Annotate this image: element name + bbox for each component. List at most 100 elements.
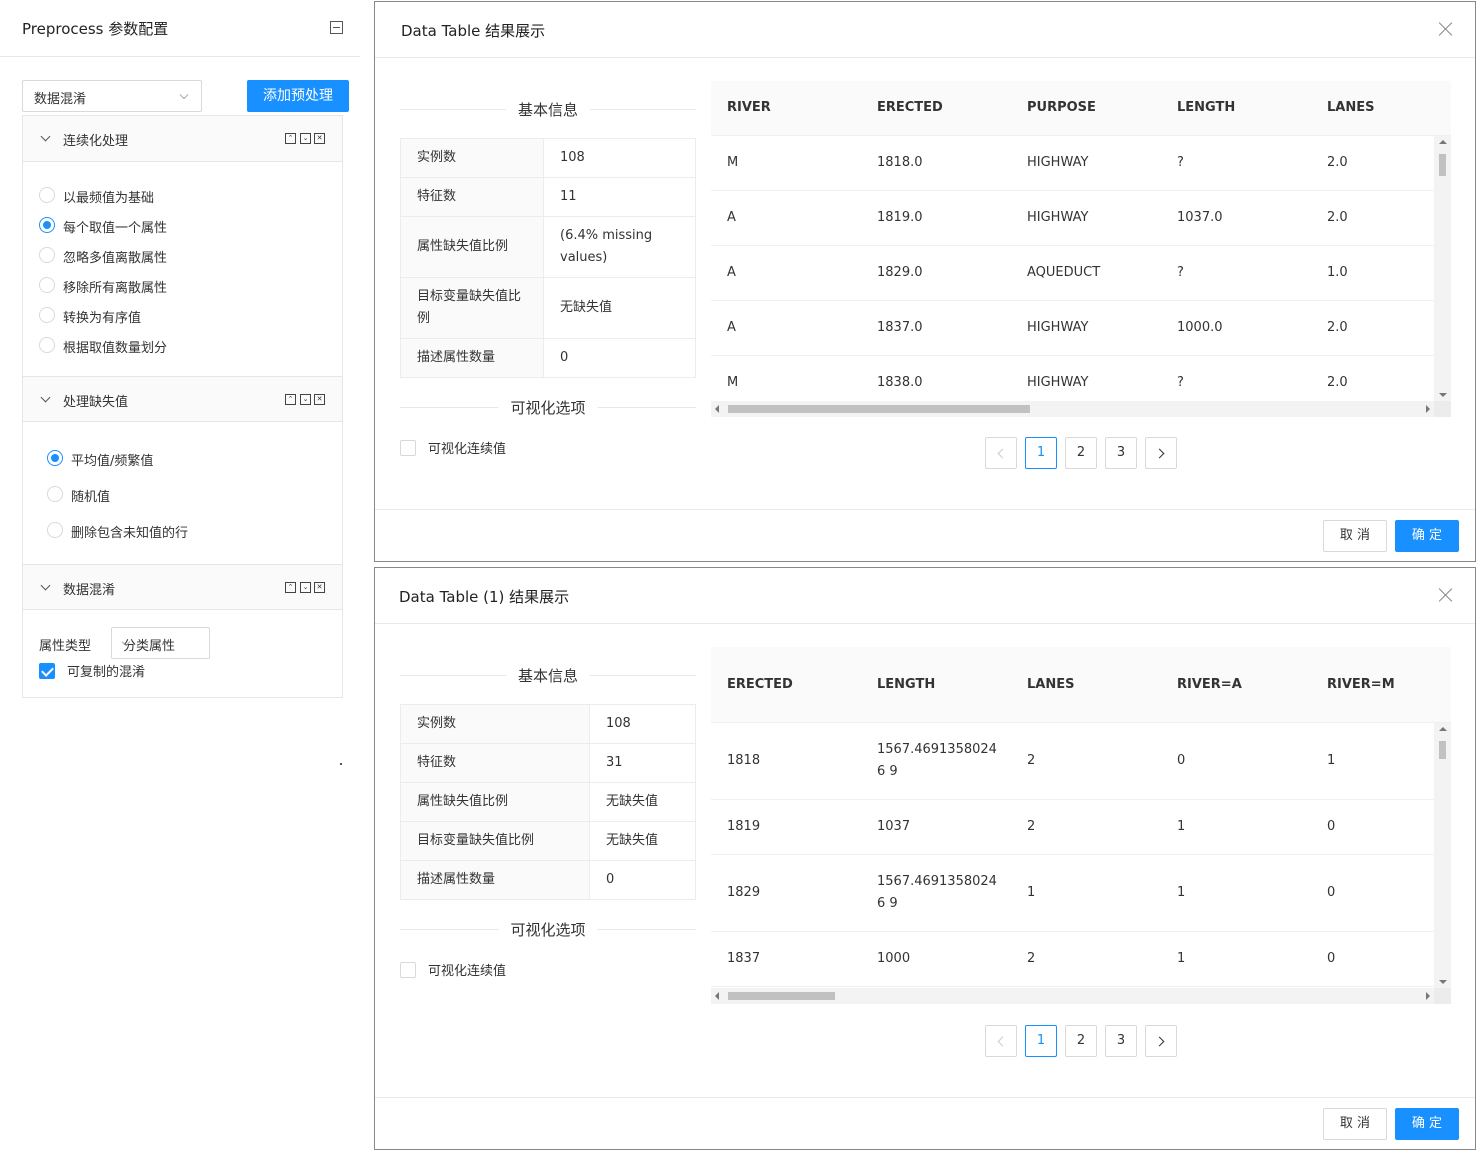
vis-options-divider: 可视化选项 (400, 919, 696, 940)
chevron-down-icon[interactable] (40, 392, 51, 403)
column-header[interactable]: RIVER=M (1327, 677, 1395, 692)
vertical-scrollbar[interactable] (1434, 136, 1451, 401)
scroll-thumb[interactable] (728, 992, 835, 1000)
info-row: 实例数 108 (400, 138, 696, 178)
pagination: 1 2 3 (985, 1025, 1185, 1057)
collapse-icon[interactable] (330, 21, 343, 34)
radio-button[interactable] (39, 307, 55, 323)
scroll-thumb[interactable] (1439, 154, 1446, 176)
table-cell: 1819.0 (877, 210, 923, 225)
radio-button[interactable] (39, 247, 55, 263)
column-header[interactable]: PURPOSE (1027, 100, 1096, 115)
column-header[interactable]: ERECTED (877, 100, 943, 115)
replicable-checkbox[interactable] (39, 663, 55, 679)
table-cell: A (727, 210, 736, 225)
table-row[interactable]: A 1837.0 HIGHWAY 1000.0 2.0 (711, 301, 1434, 356)
scroll-down-icon[interactable] (1439, 393, 1447, 397)
info-value: 无缺失值 (589, 782, 696, 822)
page-button[interactable]: 3 (1105, 437, 1137, 469)
column-header[interactable]: RIVER (727, 100, 771, 115)
column-header[interactable]: LENGTH (877, 677, 935, 692)
table-row[interactable]: 1819 1037 2 1 0 (711, 800, 1434, 855)
close-icon[interactable] (1439, 22, 1453, 36)
column-header[interactable]: LANES (1327, 100, 1374, 115)
radio-button[interactable] (47, 486, 63, 502)
column-header[interactable]: LENGTH (1177, 100, 1235, 115)
next-page-button[interactable] (1145, 437, 1177, 469)
column-header[interactable]: LANES (1027, 677, 1074, 692)
table-row[interactable]: M 1838.0 HIGHWAY ? 2.0 (711, 356, 1434, 401)
page-button[interactable]: 1 (1025, 437, 1057, 469)
move-up-icon[interactable]: ⌃ (285, 133, 296, 144)
radio-button[interactable] (39, 337, 55, 353)
section-impute-header[interactable]: 处理缺失值 ⌃ ⌄ ✕ (23, 376, 342, 422)
attr-type-select[interactable]: 分类属性 (111, 627, 210, 659)
info-value: 0 (543, 338, 696, 378)
scroll-down-icon[interactable] (1439, 980, 1447, 984)
data-table: ERECTED LENGTH LANES RIVER=A RIVER=M 181… (711, 647, 1451, 1004)
table-row[interactable]: A 1819.0 HIGHWAY 1037.0 2.0 (711, 191, 1434, 246)
table-row[interactable]: 1829 1567.46913580246 9 1 1 0 (711, 855, 1434, 932)
move-up-icon[interactable]: ⌃ (285, 394, 296, 405)
remove-icon[interactable]: ✕ (314, 582, 325, 593)
prev-page-button[interactable] (985, 1025, 1017, 1057)
column-header[interactable]: ERECTED (727, 677, 793, 692)
page-button[interactable]: 1 (1025, 1025, 1057, 1057)
page-button[interactable]: 2 (1065, 437, 1097, 469)
chevron-down-icon[interactable] (40, 131, 51, 142)
table-row[interactable]: 1837 1000 2 1 0 (711, 932, 1434, 987)
table-row[interactable]: 1818 1567.46913580246 9 2 0 1 (711, 723, 1434, 800)
scroll-up-icon[interactable] (1439, 140, 1447, 144)
section-continuize-header[interactable]: 连续化处理 ⌃ ⌄ ✕ (23, 116, 342, 162)
attr-type-label: 属性类型 (39, 639, 92, 654)
scroll-left-icon[interactable] (715, 992, 719, 1000)
table-row[interactable]: M 1818.0 HIGHWAY ? 2.0 (711, 136, 1434, 191)
horizontal-scrollbar[interactable] (711, 988, 1434, 1004)
info-key: 特征数 (400, 743, 590, 783)
table-cell: HIGHWAY (1027, 210, 1089, 225)
radio-button[interactable] (47, 522, 63, 538)
remove-icon[interactable]: ✕ (314, 394, 325, 405)
cancel-button[interactable]: 取 消 (1323, 1108, 1387, 1140)
add-preprocess-button[interactable]: 添加预处理 (247, 80, 349, 112)
confirm-button[interactable]: 确 定 (1395, 1108, 1459, 1140)
remove-icon[interactable]: ✕ (314, 133, 325, 144)
horizontal-scrollbar[interactable] (711, 401, 1434, 417)
scroll-up-icon[interactable] (1439, 727, 1447, 731)
move-up-icon[interactable]: ⌃ (285, 582, 296, 593)
close-icon[interactable] (1439, 588, 1453, 602)
vertical-scrollbar[interactable] (1434, 723, 1451, 988)
data-table: RIVER ERECTED PURPOSE LENGTH LANES M 181… (711, 81, 1451, 417)
radio-button-selected[interactable] (47, 450, 63, 466)
radio-button[interactable] (39, 187, 55, 203)
page-button[interactable]: 2 (1065, 1025, 1097, 1057)
cancel-button[interactable]: 取 消 (1323, 520, 1387, 552)
move-down-icon[interactable]: ⌄ (300, 133, 311, 144)
radio-button-selected[interactable] (39, 217, 55, 233)
table-cell: 1838.0 (877, 375, 923, 390)
method-select[interactable]: 数据混淆 (22, 80, 202, 112)
section-obfuscate-header[interactable]: 数据混淆 ⌃ ⌄ ✕ (23, 564, 342, 610)
radio-button[interactable] (39, 277, 55, 293)
move-down-icon[interactable]: ⌄ (300, 582, 311, 593)
prev-page-button[interactable] (985, 437, 1017, 469)
preprocess-list: 连续化处理 ⌃ ⌄ ✕ 以最频值为基础 每个取值一个属性 忽略多值离散属性 移除… (22, 115, 343, 698)
chevron-right-icon (1154, 1036, 1165, 1047)
table-row[interactable]: A 1829.0 AQUEDUCT ? 1.0 (711, 246, 1434, 301)
scroll-right-icon[interactable] (1426, 992, 1430, 1000)
table-cell: 1818.0 (877, 155, 923, 170)
column-header[interactable]: RIVER=A (1177, 677, 1242, 692)
next-page-button[interactable] (1145, 1025, 1177, 1057)
scroll-left-icon[interactable] (715, 405, 719, 413)
scroll-thumb[interactable] (728, 405, 1030, 413)
chevron-down-icon[interactable] (40, 580, 51, 591)
scroll-right-icon[interactable] (1426, 405, 1430, 413)
page-button[interactable]: 3 (1105, 1025, 1137, 1057)
scroll-thumb[interactable] (1439, 741, 1446, 759)
confirm-button[interactable]: 确 定 (1395, 520, 1459, 552)
move-down-icon[interactable]: ⌄ (300, 394, 311, 405)
table-cell: 0 (1327, 951, 1336, 966)
table-header: RIVER ERECTED PURPOSE LENGTH LANES (711, 81, 1451, 136)
vis-continuous-checkbox[interactable] (400, 962, 416, 978)
vis-continuous-checkbox[interactable] (400, 440, 416, 456)
